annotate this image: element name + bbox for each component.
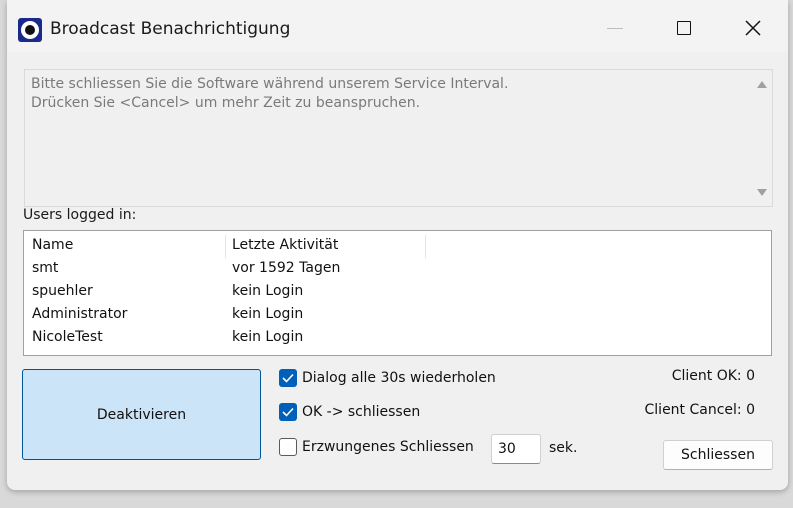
window-title: Broadcast Benachrichtigung	[50, 19, 291, 39]
column-divider[interactable]	[425, 235, 426, 258]
close-button[interactable]: Schliessen	[663, 440, 773, 470]
list-header: Name Letzte Aktivität	[24, 234, 771, 258]
forced-close-label[interactable]: Erzwungenes Schliessen	[302, 439, 474, 455]
maximize-icon	[677, 21, 691, 35]
list-item[interactable]: smt vor 1592 Tagen	[24, 257, 771, 280]
seconds-unit-label: sek.	[549, 440, 578, 456]
close-window-button[interactable]	[730, 8, 776, 48]
deactivate-button[interactable]: Deaktivieren	[22, 369, 261, 460]
user-activity: kein Login	[232, 283, 304, 299]
close-icon	[745, 20, 761, 36]
scroll-down-icon[interactable]	[757, 189, 767, 196]
checkmark-icon	[282, 373, 294, 383]
list-item[interactable]: NicoleTest kein Login	[24, 326, 771, 349]
user-name: spuehler	[32, 283, 93, 299]
message-text: Bitte schliessen Sie die Software währen…	[31, 76, 509, 111]
scroll-up-icon[interactable]	[757, 81, 767, 88]
minimize-button[interactable]	[592, 8, 638, 48]
checkmark-icon	[282, 407, 294, 417]
repeat-dialog-checkbox[interactable]	[279, 369, 297, 387]
minimize-icon	[607, 27, 623, 29]
column-header-name[interactable]: Name	[32, 237, 73, 253]
list-item[interactable]: spuehler kein Login	[24, 280, 771, 303]
app-icon	[18, 18, 42, 42]
repeat-dialog-checkbox-row[interactable]: Dialog alle 30s wiederholen	[279, 367, 496, 389]
repeat-dialog-label[interactable]: Dialog alle 30s wiederholen	[302, 370, 496, 386]
ok-close-checkbox[interactable]	[279, 403, 297, 421]
ok-close-checkbox-row[interactable]: OK -> schliessen	[279, 401, 420, 423]
broadcast-dialog: Broadcast Benachrichtigung Bitte schlies…	[7, 0, 788, 490]
client-cancel-count: Client Cancel: 0	[644, 402, 755, 418]
maximize-button[interactable]	[661, 8, 707, 48]
user-activity: kein Login	[232, 306, 304, 322]
forced-close-checkbox-row[interactable]: Erzwungenes Schliessen	[279, 436, 474, 458]
forced-close-checkbox[interactable]	[279, 438, 297, 456]
user-activity: vor 1592 Tagen	[232, 260, 341, 276]
list-item[interactable]: Administrator kein Login	[24, 303, 771, 326]
client-ok-count: Client OK: 0	[671, 368, 755, 384]
column-divider[interactable]	[225, 235, 226, 258]
message-scrollbar[interactable]	[752, 70, 772, 206]
message-textbox[interactable]: Bitte schliessen Sie die Software währen…	[24, 69, 773, 207]
users-list[interactable]: Name Letzte Aktivität smt vor 1592 Tagen…	[23, 230, 772, 356]
title-bar[interactable]: Broadcast Benachrichtigung	[7, 0, 788, 52]
user-name: Administrator	[32, 306, 128, 322]
ok-close-label[interactable]: OK -> schliessen	[302, 404, 420, 420]
column-header-activity[interactable]: Letzte Aktivität	[232, 237, 338, 253]
user-name: NicoleTest	[32, 329, 103, 345]
seconds-input[interactable]	[491, 434, 541, 464]
user-activity: kein Login	[232, 329, 304, 345]
users-label: Users logged in:	[23, 207, 137, 223]
user-name: smt	[32, 260, 59, 276]
